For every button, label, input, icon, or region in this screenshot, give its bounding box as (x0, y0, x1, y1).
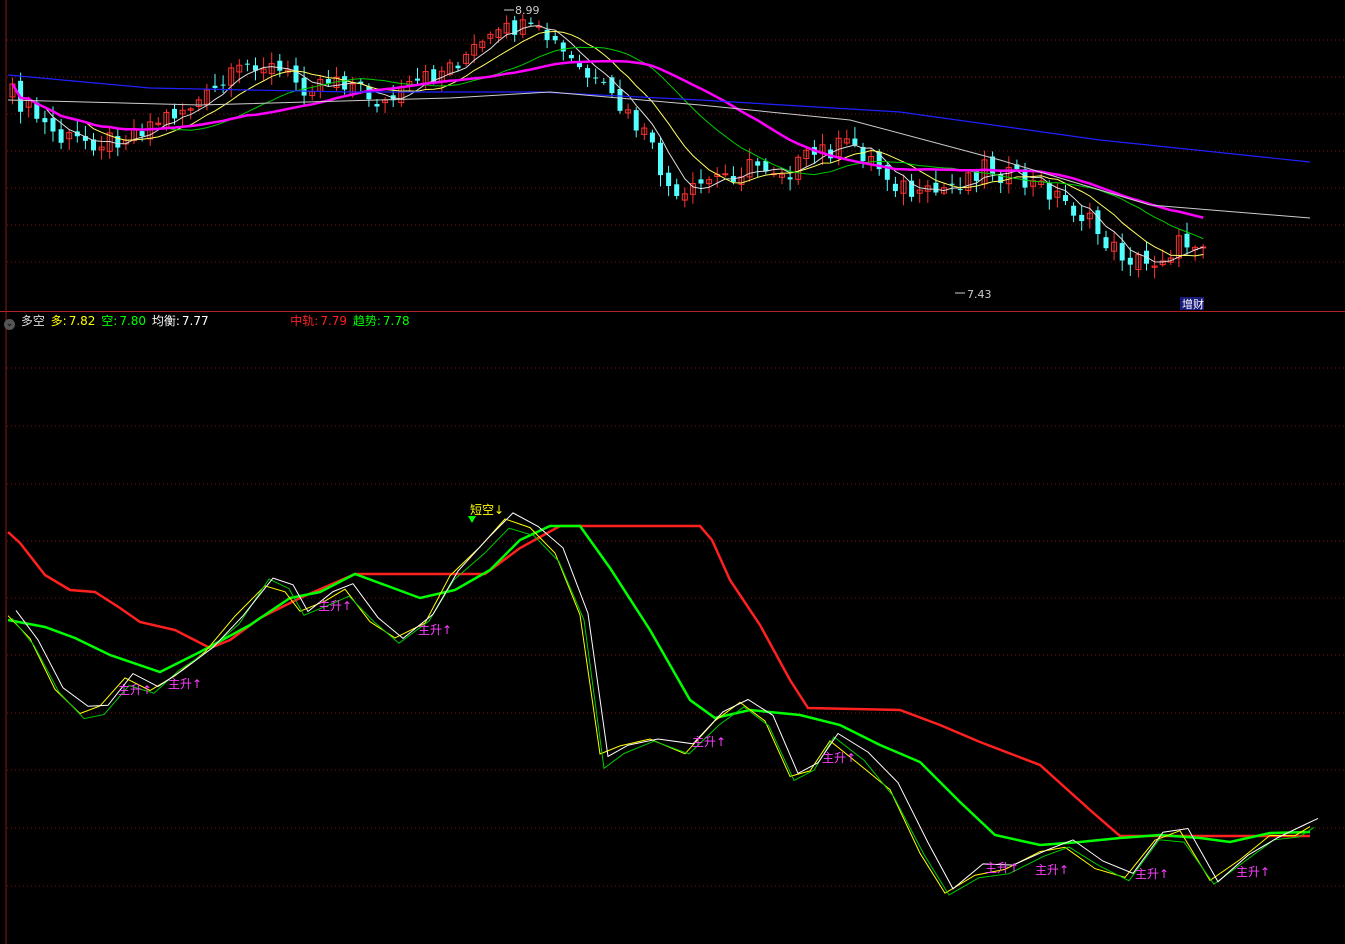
rise-signal-label: 主升↑ (1236, 865, 1270, 879)
candle-body (42, 118, 48, 123)
legend-name: 多空 (20, 314, 45, 328)
candle-body (58, 129, 64, 143)
candle-body (528, 22, 534, 24)
down-arrow-icon (468, 516, 476, 523)
candle-body (601, 81, 607, 83)
candle-body (50, 118, 56, 132)
candle-body (892, 183, 898, 192)
candle-body (301, 77, 307, 96)
candle-body (658, 142, 663, 176)
stock-chart: 8.99 7.43 增财短空↓ 主升↑ 主升↑ 主升↑ 主升↑ 主升↑ 主升↑ 主升↑ 主升↑ 主升↑… (0, 0, 1345, 944)
candle-body (722, 173, 729, 176)
zhonggui-line (7, 524, 1310, 838)
candle-body (1184, 233, 1190, 248)
candle-body (220, 84, 226, 86)
legend-junheng-value: 7.77 (181, 314, 209, 328)
candle-body (277, 60, 283, 71)
candle-body (933, 182, 939, 193)
rise-signal-label: 主升↑ (692, 735, 726, 749)
candle-body (666, 172, 672, 186)
tag-label: 增财 (1182, 297, 1204, 311)
candle-body (593, 77, 599, 79)
candle-body (552, 35, 558, 41)
junheng-line (15, 512, 1319, 890)
candle-body (990, 156, 996, 175)
candle-body (1119, 243, 1125, 261)
short-signal-label: 短空↓ (470, 503, 504, 517)
candle-body (568, 54, 574, 59)
duo-line (7, 518, 1311, 894)
candle-body (649, 132, 655, 143)
candle-body (949, 183, 955, 185)
candle-body (1127, 257, 1133, 265)
rise-signal-label: 主升↑ (1035, 863, 1069, 877)
candle-body (633, 110, 639, 131)
candle-body (1071, 205, 1077, 216)
candle-body (560, 42, 566, 52)
rise-signal-label: 主升↑ (1135, 867, 1169, 881)
rise-signal-label: 主升↑ (418, 623, 452, 637)
legend-duo-value: 7.82 (68, 314, 96, 328)
legend-qushi-value: 7.78 (382, 314, 410, 328)
ma10-line (12, 30, 1204, 257)
rise-signal-label: 主升↑ (318, 599, 352, 613)
candle-body (585, 68, 591, 78)
high-price-label: 8.99 (515, 4, 540, 17)
rise-signal-label: 主升↑ (822, 751, 856, 765)
candle-body (1079, 214, 1085, 222)
candle-body (212, 85, 218, 88)
candle-body (244, 63, 250, 65)
candle-body (139, 131, 145, 137)
candle-body (617, 89, 623, 111)
candle-body (415, 78, 420, 81)
legend-zhonggui-label: 中轨: (290, 314, 319, 328)
candle-body (1103, 237, 1109, 249)
candle-body (325, 79, 331, 84)
indicator-legend: ⌄ 多空 多: 7.82 空: 7.80 均衡: 7.77 中轨: 7.79 趋势: 7.… (4, 312, 412, 330)
candle-body (763, 160, 769, 172)
legend-zhonggui-value: 7.79 (320, 314, 348, 328)
rise-signal-label: 主升↑ (985, 861, 1019, 875)
candle-body (860, 146, 866, 162)
candle-body (787, 177, 793, 180)
candle-body (755, 161, 761, 166)
candle-body (852, 138, 858, 145)
candle-body (455, 65, 461, 69)
legend-qushi-label: 趋势: (352, 314, 381, 328)
candle-body (674, 184, 680, 196)
legend-kong-label: 空: (101, 314, 118, 328)
candle-body (957, 189, 963, 191)
legend-toggle-icon[interactable]: ⌄ (4, 319, 15, 330)
legend-duo-label: 多: (50, 314, 67, 328)
candle-body (374, 104, 380, 107)
rise-signal-label: 主升↑ (118, 683, 152, 697)
legend-kong-value: 7.80 (119, 314, 147, 328)
candlestick-series (9, 13, 1207, 279)
legend-junheng-label: 均衡: (151, 314, 180, 328)
candle-body (293, 65, 299, 83)
kong-line (11, 527, 1315, 896)
qushi-line (7, 524, 1311, 847)
candle-body (1063, 195, 1068, 202)
rise-signal-label: 主升↑ (168, 677, 202, 691)
low-price-label: 7.43 (967, 288, 992, 301)
candle-body (342, 76, 348, 90)
candle-body (1095, 210, 1101, 235)
indicator-lines (7, 512, 1319, 896)
candle-body (172, 108, 177, 119)
candle-body (698, 179, 704, 184)
